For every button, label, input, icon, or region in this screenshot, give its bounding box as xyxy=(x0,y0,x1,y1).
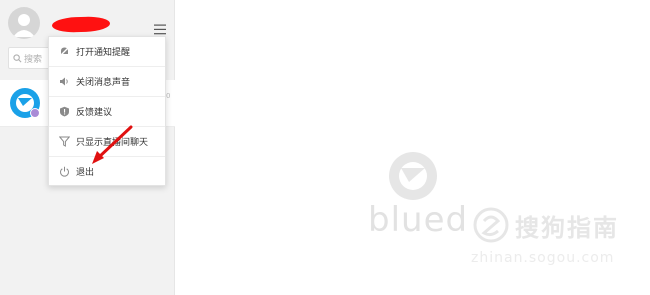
search-icon xyxy=(13,53,22,62)
feedback-shield-icon xyxy=(59,106,70,117)
power-icon xyxy=(59,166,70,177)
menu-item-mute-sound[interactable]: 关闭消息声音 xyxy=(49,67,165,97)
app-window: 搜索 0 打开通知提醒 关闭消息声音 反馈建议 只显示直播间聊天 退出 blue… xyxy=(0,0,650,295)
dropdown-menu: 打开通知提醒 关闭消息声音 反馈建议 只显示直播间聊天 退出 xyxy=(48,36,166,186)
menu-item-feedback[interactable]: 反馈建议 xyxy=(49,97,165,127)
brand-wordmark: blued xyxy=(368,200,469,240)
user-avatar[interactable] xyxy=(8,7,40,39)
speaker-icon xyxy=(59,76,70,87)
menu-item-logout[interactable]: 退出 xyxy=(49,157,165,185)
menu-item-label: 打开通知提醒 xyxy=(76,48,131,58)
menu-item-enable-notifications[interactable]: 打开通知提醒 xyxy=(49,37,165,67)
redacted-username xyxy=(51,15,111,34)
notification-bell-icon xyxy=(59,46,70,57)
search-placeholder: 搜索 xyxy=(24,54,43,65)
blued-app-logo-icon xyxy=(10,88,40,118)
menu-item-label: 只显示直播间聊天 xyxy=(76,138,149,148)
filter-funnel-icon xyxy=(59,136,70,147)
blued-brand-logo-icon xyxy=(389,152,437,200)
watermark-url: zhinan.sogou.com xyxy=(471,250,615,266)
menu-item-label: 退出 xyxy=(76,167,95,178)
main-panel: blued 搜狗指南 zhinan.sogou.com xyxy=(175,0,650,295)
menu-item-live-chat-only[interactable]: 只显示直播间聊天 xyxy=(49,127,165,157)
menu-item-label: 关闭消息声音 xyxy=(76,78,131,88)
sogou-badge-icon xyxy=(473,207,509,243)
menu-item-label: 反馈建议 xyxy=(76,108,113,118)
conversation-time: 0 xyxy=(166,92,171,100)
user-silhouette-icon xyxy=(13,14,35,37)
hamburger-icon[interactable] xyxy=(154,20,166,35)
watermark-text: 搜狗指南 xyxy=(515,214,619,242)
